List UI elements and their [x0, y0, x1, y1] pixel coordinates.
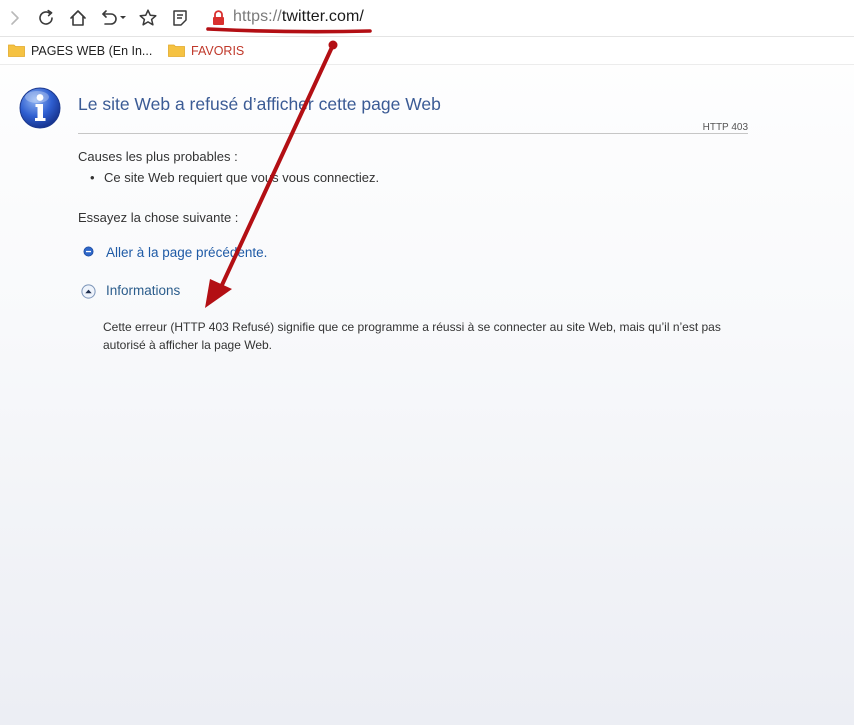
home-icon[interactable]: [66, 6, 90, 30]
address-bar[interactable]: https://twitter.com/: [206, 4, 846, 32]
blue-bullet-icon: [83, 244, 94, 262]
favorite-label: FAVORIS: [191, 44, 245, 58]
favorite-folder-favoris[interactable]: FAVORIS: [168, 41, 244, 61]
page-title: Le site Web a refusé d’afficher cette pa…: [78, 94, 441, 114]
collapse-toggle-icon[interactable]: [81, 284, 96, 304]
forward-icon[interactable]: [3, 6, 27, 30]
url-text[interactable]: https://twitter.com/: [233, 8, 364, 26]
browser-toolbar: https://twitter.com/: [0, 0, 854, 37]
url-host: twitter.com/: [281, 8, 364, 25]
favorite-label: PAGES WEB (En In...: [31, 44, 153, 58]
folder-icon: [168, 43, 185, 60]
annotation-arrowhead: [205, 279, 232, 308]
refresh-icon[interactable]: [34, 6, 58, 30]
reading-list-icon[interactable]: [168, 6, 192, 30]
lock-icon: [212, 10, 225, 31]
http-status-code: HTTP 403: [702, 122, 748, 133]
favorite-star-icon[interactable]: [136, 6, 160, 30]
url-scheme: https://: [233, 8, 282, 25]
folder-icon: [8, 43, 25, 60]
favorites-bar: PAGES WEB (En In... FAVORIS: [0, 37, 854, 65]
info-icon: [17, 85, 63, 136]
favorite-folder-pages-web[interactable]: PAGES WEB (En In...: [8, 41, 152, 61]
error-details: Cette erreur (HTTP 403 Refusé) signifie …: [103, 320, 721, 352]
cause-item: Ce site Web requiert que vous vous conne…: [90, 170, 379, 185]
try-heading: Essayez la chose suivante :: [78, 210, 239, 225]
causes-heading: Causes les plus probables :: [78, 149, 238, 164]
go-back-link[interactable]: Aller à la page précédente.: [106, 245, 267, 260]
informations-toggle[interactable]: Informations: [106, 283, 180, 298]
title-divider: [78, 133, 748, 134]
undo-icon[interactable]: [96, 6, 132, 30]
